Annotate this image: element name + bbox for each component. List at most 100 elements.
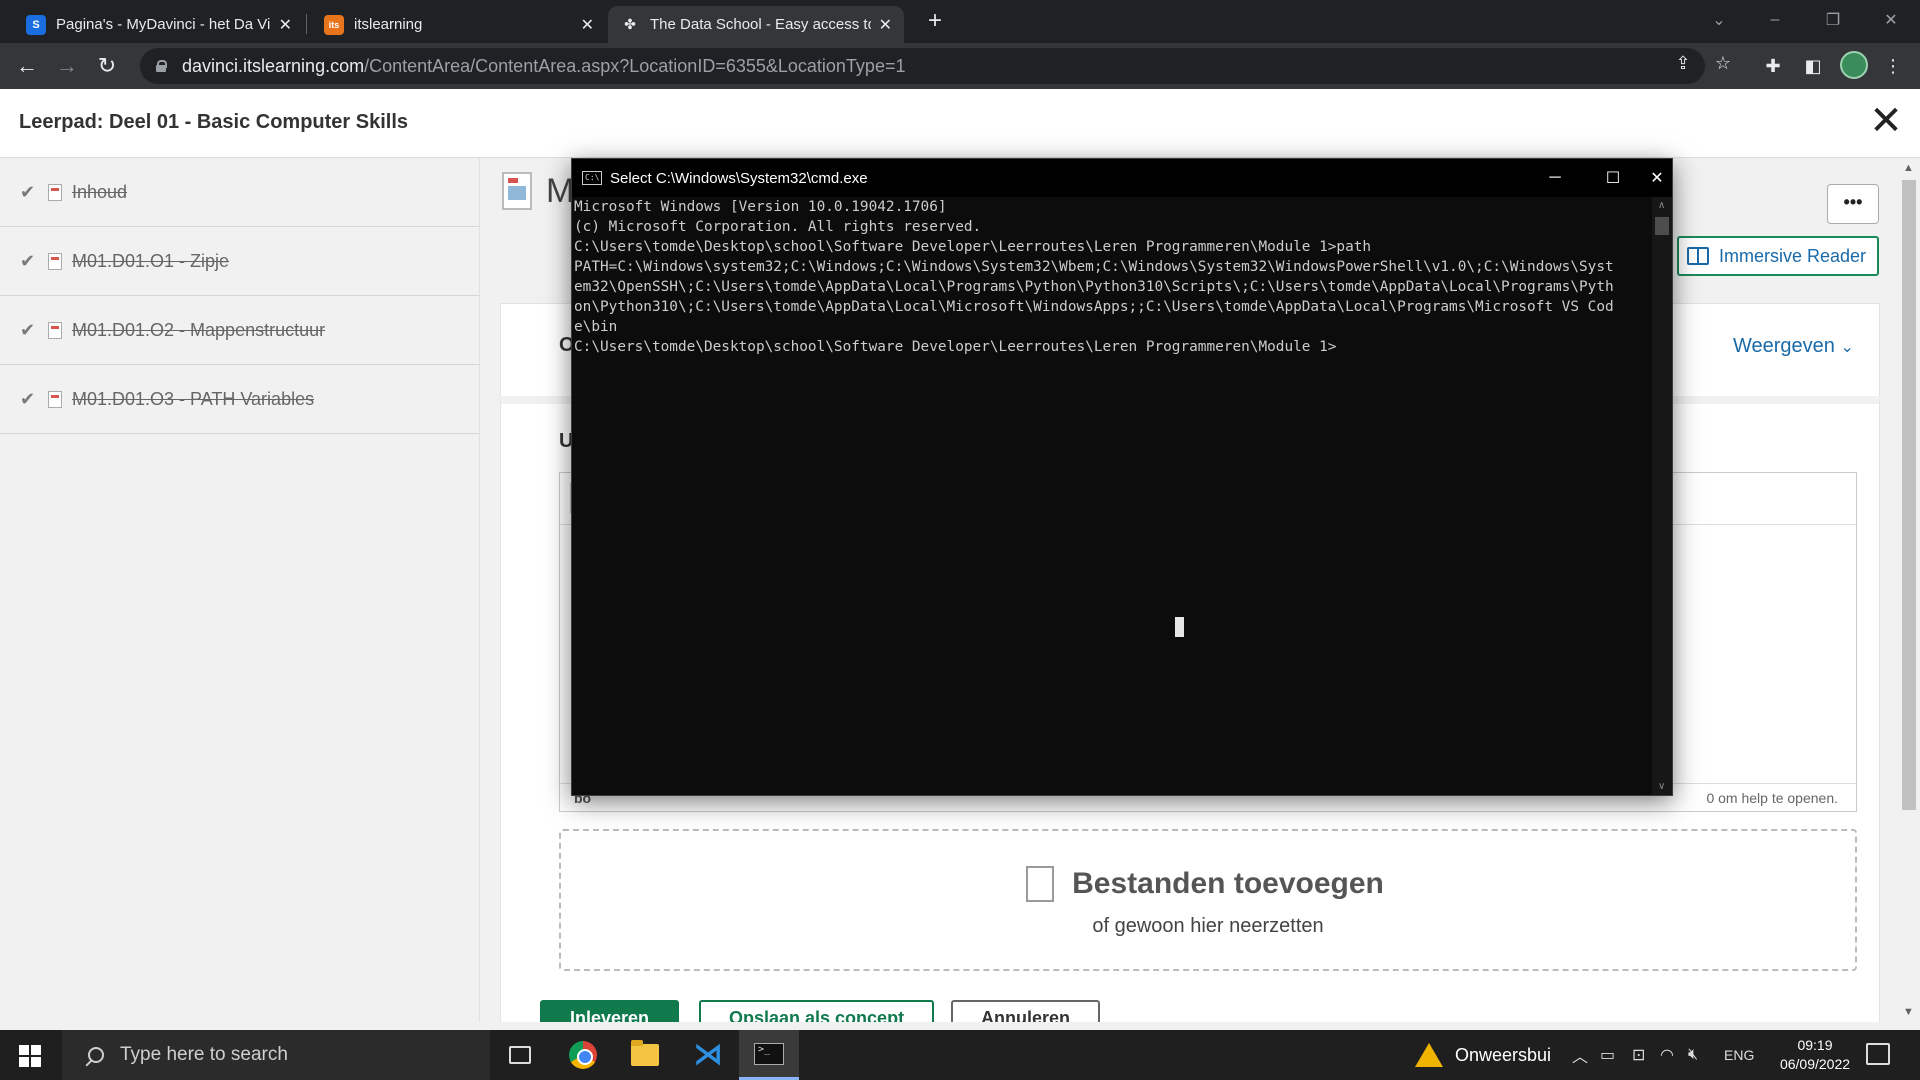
more-options-button[interactable]: ••• — [1827, 184, 1879, 224]
dropzone-title[interactable]: Bestanden toevoegen — [561, 867, 1855, 901]
scroll-down-arrow-icon[interactable]: ▼ — [1903, 1006, 1914, 1018]
cmd-maximize-button[interactable]: ☐ — [1584, 159, 1642, 197]
browser-tab-itslearning[interactable]: its itslearning ✕ — [312, 6, 606, 43]
document-icon — [48, 183, 62, 201]
cmd-window-title: Select C:\Windows\System32\cmd.exe — [610, 169, 868, 187]
wifi-icon[interactable]: ◠ — [1660, 1030, 1674, 1080]
sharepoint-favicon-icon: S — [26, 14, 46, 35]
browser-menu-icon[interactable]: ⋮ — [1878, 51, 1908, 81]
document-icon — [48, 252, 62, 270]
vscode-icon: ⋊ — [693, 1038, 723, 1071]
cmd-close-button[interactable]: ✕ — [1642, 159, 1672, 197]
console-prompt-line: C:\Users\tomde\Desktop\school\Software D… — [574, 339, 1337, 355]
scroll-up-arrow-icon[interactable]: ∧ — [1658, 200, 1665, 211]
itslearning-favicon-icon: its — [324, 14, 344, 35]
restore-window-button[interactable]: ❐ — [1810, 0, 1856, 40]
browser-tab-mydavinci[interactable]: S Pagina's - MyDavinci - het Da Vin ✕ — [14, 6, 304, 43]
tab-separator — [306, 14, 307, 34]
weergeven-toggle[interactable]: Weergeven ⌄ — [1733, 335, 1854, 358]
minimize-window-button[interactable]: – — [1752, 0, 1798, 40]
dropzone-subtitle: of gewoon hier neerzetten — [1092, 915, 1324, 937]
checkmark-icon: ✔ — [20, 388, 36, 409]
submit-button[interactable]: Inleveren — [540, 1000, 680, 1022]
close-learning-path-icon[interactable]: ✕ — [1866, 101, 1906, 141]
language-indicator[interactable]: ENG — [1724, 1030, 1754, 1080]
book-icon — [1687, 247, 1709, 265]
tab-close-icon[interactable]: ✕ — [879, 15, 892, 35]
sidebar-item-label: M01.D01.O1 - Zipje — [72, 250, 230, 271]
back-arrow-icon[interactable]: ← — [12, 51, 42, 81]
cmd-console-output[interactable]: Microsoft Windows [Version 10.0.19042.17… — [572, 197, 1652, 795]
share-icon[interactable]: ⇪ — [1668, 48, 1698, 78]
sidebar-item-inhoud[interactable]: ✔ Inhoud — [0, 158, 479, 227]
console-line: on\Python310\;C:\Users\tomde\AppData\Loc… — [574, 299, 1614, 315]
lock-icon[interactable] — [156, 60, 167, 72]
scrollbar-thumb[interactable] — [1902, 180, 1916, 810]
chevron-down-icon: ⌄ — [1840, 339, 1854, 356]
taskbar-vscode[interactable]: ⋊ — [677, 1030, 737, 1080]
immersive-reader-button[interactable]: Immersive Reader — [1677, 236, 1879, 276]
file-dropzone[interactable]: Bestanden toevoegen of gewoon hier neerz… — [559, 829, 1857, 971]
folder-icon — [631, 1040, 659, 1066]
tab-close-icon[interactable]: ✕ — [581, 15, 594, 35]
side-panel-icon[interactable]: ◧ — [1798, 51, 1828, 81]
volume-muted-icon[interactable]: 🔇︎ — [1688, 1030, 1698, 1080]
scroll-down-arrow-icon[interactable]: ∨ — [1658, 781, 1665, 792]
clock-date: 06/09/2022 — [1779, 1056, 1851, 1072]
tab-close-icon[interactable]: ✕ — [279, 15, 292, 35]
battery-icon[interactable]: ▭ — [1600, 1030, 1615, 1080]
extensions-puzzle-icon[interactable]: ✚ — [1758, 51, 1788, 81]
reload-icon[interactable]: ↻ — [92, 51, 122, 81]
sidebar-item-path-variables[interactable]: ✔ M01.D01.O3 - PATH Variables — [0, 365, 479, 434]
document-icon — [48, 321, 62, 339]
new-tab-button[interactable]: + — [920, 6, 950, 36]
windows-taskbar: Type here to search ⋊ >_ Onweersbui ︿ ▭ … — [0, 1030, 1920, 1080]
windows-start-icon[interactable] — [19, 1045, 41, 1067]
system-clock[interactable]: 09:19 06/09/2022 — [1775, 1036, 1855, 1074]
forward-arrow-icon[interactable]: → — [52, 51, 82, 81]
cmd-scrollbar[interactable]: ∧ ∨ — [1652, 197, 1672, 795]
weather-widget[interactable]: Onweersbui — [1415, 1030, 1551, 1080]
profile-avatar[interactable] — [1840, 51, 1868, 79]
cmd-titlebar[interactable]: C:\ Select C:\Windows\System32\cmd.exe ─… — [572, 159, 1672, 197]
sidebar-item-mappenstructuur[interactable]: ✔ M01.D01.O2 - Mappenstructuur — [0, 296, 479, 365]
browser-tab-data-school[interactable]: ✤ The Data School - Easy access to ✕ — [608, 6, 904, 43]
bookmark-star-icon[interactable]: ☆ — [1708, 48, 1738, 78]
console-line: (c) Microsoft Corporation. All rights re… — [574, 219, 982, 235]
notification-center-icon[interactable] — [1866, 1043, 1890, 1065]
console-line: Microsoft Windows [Version 10.0.19042.17… — [574, 199, 947, 215]
cmd-minimize-button[interactable]: ─ — [1526, 159, 1584, 197]
tab-search-icon[interactable]: ⌄ — [1696, 0, 1742, 40]
scroll-up-arrow-icon[interactable]: ▲ — [1903, 162, 1914, 174]
close-window-button[interactable]: ✕ — [1868, 0, 1914, 40]
taskbar-search-box[interactable]: Type here to search — [62, 1030, 490, 1080]
sidebar-item-zipje[interactable]: ✔ M01.D01.O1 - Zipje — [0, 227, 479, 296]
task-view-icon — [509, 1046, 531, 1064]
weather-label: Onweersbui — [1455, 1044, 1552, 1065]
taskbar-file-explorer[interactable] — [615, 1030, 675, 1080]
assignment-document-icon — [502, 172, 532, 210]
save-draft-button[interactable]: Opslaan als concept — [699, 1000, 935, 1022]
tab-title: The Data School - Easy access to — [650, 16, 871, 33]
show-hidden-icons-chevron-icon[interactable]: ︿ — [1572, 1030, 1588, 1080]
editor-help-hint: 0 om help te openen. — [1706, 790, 1838, 806]
clock-time: 09:19 — [1797, 1037, 1833, 1053]
checkmark-icon: ✔ — [20, 319, 36, 340]
cmd-scrollbar-thumb[interactable] — [1655, 217, 1669, 235]
cmd-window[interactable]: C:\ Select C:\Windows\System32\cmd.exe ─… — [571, 158, 1673, 796]
learning-path-header: Leerpad: Deel 01 - Basic Computer Skills… — [0, 89, 1920, 158]
cancel-button[interactable]: Annuleren — [951, 1000, 1101, 1022]
address-bar[interactable]: davinci.itslearning.com/ContentArea/Cont… — [140, 48, 1705, 84]
search-placeholder: Type here to search — [120, 1044, 288, 1065]
data-school-favicon-icon: ✤ — [624, 16, 636, 32]
taskbar-chrome[interactable] — [553, 1030, 613, 1080]
taskbar-cmd[interactable]: >_ — [739, 1030, 799, 1080]
device-icon[interactable]: ⊡ — [1632, 1030, 1645, 1080]
console-line: PATH=C:\Windows\system32;C:\Windows;C:\W… — [574, 259, 1614, 275]
console-line: C:\Users\tomde\Desktop\school\Software D… — [574, 239, 1372, 255]
task-view-button[interactable] — [490, 1030, 550, 1080]
browser-tab-strip: S Pagina's - MyDavinci - het Da Vin ✕ it… — [0, 0, 1920, 43]
document-icon — [48, 390, 62, 408]
sidebar-item-label: M01.D01.O2 - Mappenstructuur — [72, 319, 326, 340]
page-scrollbar[interactable]: ▲ ▼ — [1898, 158, 1920, 1022]
